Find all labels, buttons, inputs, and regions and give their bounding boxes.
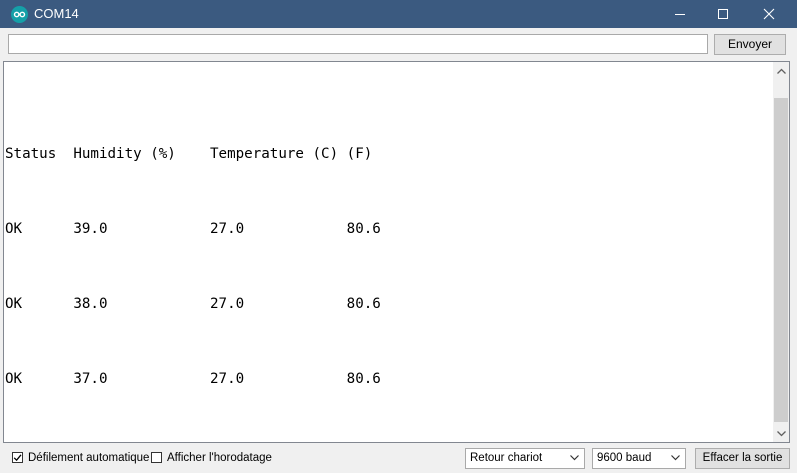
chevron-up-icon: [776, 68, 786, 74]
output-line: OK 39.0 27.0 80.6: [5, 221, 381, 237]
close-button[interactable]: [746, 0, 792, 28]
scroll-down-button[interactable]: [773, 425, 789, 442]
arduino-icon: [11, 6, 28, 23]
baud-rate-value: 9600 baud: [597, 452, 652, 464]
minimize-button[interactable]: [657, 0, 703, 28]
scroll-up-button[interactable]: [773, 62, 789, 79]
line-ending-select[interactable]: Retour chariot: [465, 448, 585, 469]
maximize-icon: [718, 9, 728, 19]
autoscroll-checkbox[interactable]: [12, 452, 23, 463]
output-line: OK 38.0 27.0 80.6: [5, 296, 381, 312]
maximize-button[interactable]: [700, 0, 746, 28]
chevron-down-icon: [570, 455, 579, 461]
timestamp-checkbox[interactable]: [151, 452, 162, 463]
output-line: OK 37.0 27.0 80.6: [5, 371, 381, 387]
output-line: Status Humidity (%) Temperature (C) (F): [5, 146, 373, 162]
baud-rate-select[interactable]: 9600 baud: [592, 448, 686, 469]
timestamp-label[interactable]: Afficher l'horodatage: [167, 451, 272, 465]
send-input[interactable]: [8, 34, 708, 54]
autoscroll-label[interactable]: Défilement automatique: [28, 451, 149, 465]
window-title: COM14: [34, 6, 79, 21]
checkmark-icon: [13, 454, 22, 462]
line-ending-value: Retour chariot: [470, 452, 543, 464]
chevron-down-icon: [776, 430, 786, 436]
chevron-down-icon: [671, 455, 680, 461]
scrollbar-thumb[interactable]: [774, 98, 788, 422]
send-button[interactable]: Envoyer: [714, 34, 786, 55]
close-icon: [763, 8, 775, 20]
clear-output-button[interactable]: Effacer la sortie: [695, 448, 790, 469]
minimize-icon: [675, 14, 685, 15]
serial-output-text: Status Humidity (%) Temperature (C) (F) …: [5, 92, 381, 417]
